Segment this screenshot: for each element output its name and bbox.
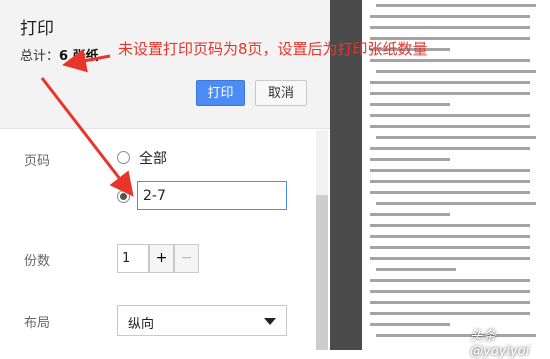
arrow-to-total xyxy=(62,48,111,73)
annotation-arrows xyxy=(40,48,134,197)
arrow-to-page-range xyxy=(40,77,134,197)
watermark: 头条 @yoyiyoi xyxy=(470,329,530,359)
